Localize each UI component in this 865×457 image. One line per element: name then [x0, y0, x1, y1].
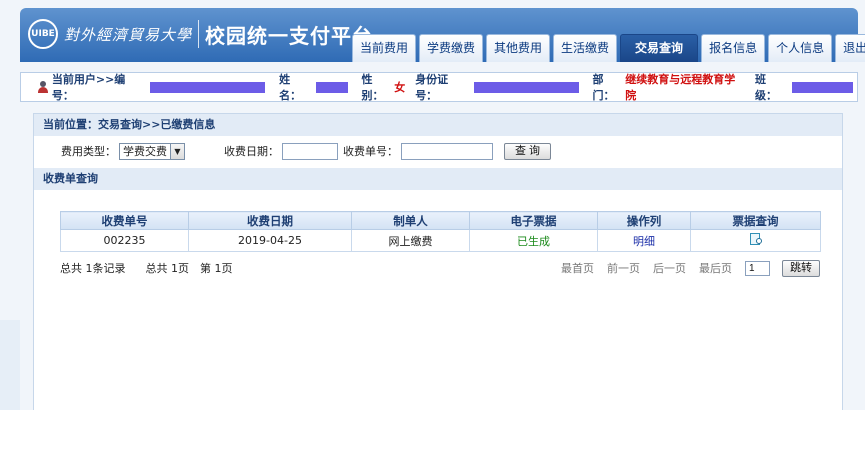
section-title: 收费单查询 — [34, 168, 842, 190]
current-user-label: 当前用户>>编号： — [51, 73, 126, 102]
total-pages: 总共 1页 — [145, 262, 190, 275]
logo: UIBE 對外經濟貿易大學 校园统一支付平台 — [28, 16, 373, 52]
date-input[interactable] — [282, 142, 338, 160]
page-number-input[interactable] — [745, 260, 770, 276]
university-name-calligraphy: 對外經濟貿易大學 — [64, 25, 193, 44]
tab-tuition-payment[interactable]: 学费缴费 — [419, 34, 484, 62]
gender-label: 性别： — [361, 73, 384, 102]
tab-current-fees[interactable]: 当前费用 — [352, 34, 417, 62]
tab-living-payment[interactable]: 生活缴费 — [553, 34, 618, 62]
user-info-bar: 当前用户>>编号： 姓名： 性别： 女 身份证号： 部门： 继续教育与远程教育学… — [20, 72, 858, 102]
header-date: 收费日期 — [188, 211, 352, 230]
header-receipt-no: 收费单号 — [60, 211, 189, 230]
prev-page-link[interactable]: 前一页 — [607, 260, 640, 276]
department-label: 部门： — [592, 73, 615, 102]
header-e-invoice: 电子票据 — [469, 211, 598, 230]
name-label: 姓名： — [279, 73, 302, 102]
platform-title: 校园统一支付平台 — [205, 23, 374, 48]
pager-controls: 最首页 前一页 后一页 最后页 跳转 — [548, 259, 820, 277]
main-panel: 当前位置：交易查询>>已缴费信息 费用类型： 学费交费 ▼ 收费日期： 收费单号… — [33, 113, 843, 410]
table-header-row: 收费单号 收费日期 制单人 电子票据 操作列 票据查询 — [60, 211, 821, 230]
cell-receipt-no: 002235 — [60, 229, 189, 252]
filter-bar: 费用类型： 学费交费 ▼ 收费日期： 收费单号： 查 询 — [34, 136, 842, 166]
total-records: 总共 1条记录 — [60, 262, 126, 275]
header-maker: 制单人 — [351, 211, 470, 230]
tab-logout[interactable]: 退出登录 — [835, 34, 865, 62]
receipt-no-label: 收费单号： — [343, 145, 398, 158]
invoice-search-icon[interactable] — [748, 232, 764, 246]
cell-e-invoice-status: 已生成 — [469, 229, 598, 252]
cell-maker: 网上缴费 — [351, 229, 470, 252]
receipts-table: 收费单号 收费日期 制单人 电子票据 操作列 票据查询 002235 2019-… — [60, 211, 821, 252]
cell-action: 明细 — [597, 229, 691, 252]
first-page-link[interactable]: 最首页 — [561, 260, 594, 276]
header-invoice-query: 票据查询 — [690, 211, 821, 230]
table-row: 002235 2019-04-25 网上缴费 已生成 明细 — [60, 229, 821, 252]
id-number-label: 身份证号： — [415, 73, 449, 102]
query-button[interactable]: 查 询 — [504, 142, 552, 160]
header-action: 操作列 — [597, 211, 691, 230]
main-nav: 当前费用 学费缴费 其他费用 生活缴费 交易查询 报名信息 个人信息 退出登录 — [352, 34, 865, 62]
date-label: 收费日期： — [224, 145, 279, 158]
tab-registration-info[interactable]: 报名信息 — [701, 34, 766, 62]
breadcrumb: 当前位置：交易查询>>已缴费信息 — [34, 114, 842, 136]
left-edge-tint — [0, 320, 20, 410]
tab-other-fees[interactable]: 其他费用 — [486, 34, 551, 62]
cell-invoice-query — [690, 229, 821, 252]
user-icon — [37, 81, 49, 93]
app-header: UIBE 對外經濟貿易大學 校园统一支付平台 当前费用 学费缴费 其他费用 生活… — [20, 8, 865, 62]
university-emblem-icon: UIBE — [28, 19, 58, 49]
fee-type-selected: 学费交费 — [123, 144, 167, 158]
pagination: 总共 1条记录 总共 1页 第 1页 最首页 前一页 后一页 最后页 跳转 — [60, 259, 820, 277]
tab-personal-info[interactable]: 个人信息 — [768, 34, 833, 62]
dropdown-arrow-icon[interactable]: ▼ — [170, 143, 184, 159]
receipts-table-container: 收费单号 收费日期 制单人 电子票据 操作列 票据查询 002235 2019-… — [60, 211, 821, 252]
tab-transaction-query[interactable]: 交易查询 — [620, 34, 699, 62]
redacted-class — [791, 81, 854, 93]
fee-type-select[interactable]: 学费交费 ▼ — [119, 142, 185, 160]
redacted-name — [315, 81, 348, 93]
detail-link[interactable]: 明细 — [633, 235, 655, 248]
redacted-user-number — [150, 81, 266, 93]
redacted-id-number — [473, 81, 579, 93]
fee-type-label: 费用类型： — [61, 145, 116, 158]
logo-divider — [198, 20, 200, 48]
current-page: 第 1页 — [200, 262, 233, 275]
jump-button[interactable]: 跳转 — [782, 259, 820, 277]
department-value: 继续教育与远程教育学院 — [625, 73, 736, 102]
gender-value: 女 — [394, 81, 406, 94]
next-page-link[interactable]: 后一页 — [653, 260, 686, 276]
last-page-link[interactable]: 最后页 — [699, 260, 732, 276]
class-label: 班级： — [754, 73, 777, 102]
cell-date: 2019-04-25 — [188, 229, 352, 252]
receipt-no-input[interactable] — [401, 142, 493, 160]
